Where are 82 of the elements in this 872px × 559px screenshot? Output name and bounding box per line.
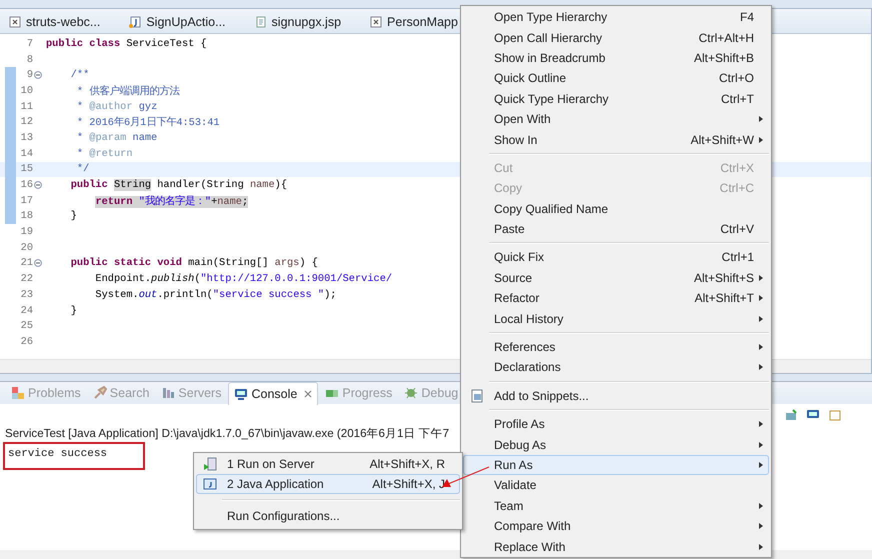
- menu-item[interactable]: Validate: [463, 475, 769, 496]
- menu-item[interactable]: Refactor Alt+Shift+T: [463, 288, 769, 308]
- code-line: }: [70, 210, 77, 222]
- line-number: 17: [20, 194, 33, 207]
- line-number: 11: [20, 100, 33, 113]
- editor-tab[interactable]: signupgx.jsp: [246, 11, 362, 33]
- menu-item[interactable]: Run As: [463, 454, 769, 476]
- menu-item[interactable]: Open With: [463, 108, 769, 130]
- menu-item[interactable]: Team: [463, 496, 769, 516]
- console-output: service success: [8, 448, 108, 460]
- menu-item[interactable]: Copy Qualified Name: [463, 198, 769, 219]
- server-run-icon: [203, 457, 217, 471]
- menu-item[interactable]: Quick Fix Ctrl+1: [463, 247, 769, 268]
- menu-item[interactable]: Quick Type Hierarchy Ctrl+T: [463, 88, 769, 109]
- code-line: Endpoint.publish("http://127.0.0.1:9001/Service/: [94, 273, 392, 286]
- line-number: 12: [20, 116, 33, 128]
- menu-item[interactable]: Replace With: [463, 536, 769, 557]
- bug-icon: [404, 386, 418, 400]
- problems-icon: [11, 386, 25, 400]
- line-number: 7: [26, 38, 33, 50]
- menu-item[interactable]: Compare With: [463, 516, 769, 536]
- servers-icon: [161, 386, 176, 400]
- menu-item[interactable]: 1 Run on Server Alt+Shift+X, R: [196, 454, 460, 474]
- line-number: 14: [20, 148, 33, 160]
- code-line: }: [70, 304, 77, 317]
- menu-item[interactable]: Profile As: [463, 414, 769, 434]
- code-line: return "我的名字是："+name;: [94, 194, 248, 208]
- editor-tab[interactable]: SignUpActio...: [120, 11, 246, 33]
- code-line: * @param name: [76, 132, 158, 144]
- java-file-icon: [129, 16, 142, 28]
- menu-item[interactable]: Quick Outline Ctrl+O: [463, 68, 769, 89]
- line-number: 26: [20, 336, 33, 348]
- console-header: ServiceTest [Java Application] D:\java\jdk1.7.0_67\bin\javaw.exe (2016年6月1日 下午7: [5, 426, 450, 442]
- line-number: 10: [20, 84, 33, 97]
- line-number: 25: [20, 320, 33, 332]
- menu-item[interactable]: Paste Ctrl+V: [463, 218, 769, 240]
- xml-file-icon: [370, 16, 382, 28]
- line-number: 16: [20, 179, 33, 192]
- collapse-icon[interactable]: [34, 71, 42, 80]
- line-number: 18: [20, 210, 33, 222]
- line-number: 8: [26, 54, 33, 66]
- code-line: * 2016年6月1日下午4:53:41: [76, 116, 220, 130]
- view-tab[interactable]: Console: [228, 382, 318, 404]
- menu-item[interactable]: References: [463, 336, 769, 358]
- line-number: 20: [20, 242, 33, 254]
- document-icon: [254, 16, 267, 28]
- xml-file-icon: [9, 16, 21, 28]
- editor-tab[interactable]: struts-webc...: [0, 11, 120, 33]
- menu-item[interactable]: Show in Breadcrumb Alt+Shift+B: [463, 48, 769, 68]
- new-window-icon[interactable]: [828, 408, 842, 422]
- menu-item[interactable]: Debug As: [463, 434, 769, 455]
- code-line: * 供客户端调用的方法: [76, 84, 180, 98]
- pointer-arrow: [440, 466, 490, 490]
- collapse-icon[interactable]: [34, 181, 42, 190]
- pin-icon[interactable]: [784, 408, 798, 422]
- line-number: 9: [26, 69, 33, 82]
- close-icon[interactable]: [304, 390, 312, 398]
- code-line: public static void main(String[] args) {: [70, 257, 318, 270]
- line-number: 15: [20, 163, 33, 176]
- menu-item[interactable]: Source Alt+Shift+S: [463, 268, 769, 288]
- menu-item[interactable]: Show In Alt+Shift+W: [463, 129, 769, 150]
- code-line: */: [76, 163, 90, 176]
- code-line: System.out.println("service success ");: [94, 288, 336, 301]
- line-number: 23: [20, 288, 33, 301]
- code-line: * @author gyz: [76, 100, 158, 113]
- code-line: public String handler(String name){: [70, 179, 288, 192]
- line-number: 24: [20, 304, 33, 317]
- flashlight-icon: [92, 386, 107, 400]
- code-line: /**: [70, 69, 90, 82]
- line-number: 19: [20, 226, 33, 238]
- java-app-icon: [203, 477, 217, 491]
- collapse-icon[interactable]: [34, 259, 42, 268]
- code-line: * @return: [76, 148, 133, 160]
- menu-item[interactable]: Local History: [463, 308, 769, 329]
- line-number: 13: [20, 132, 33, 144]
- line-number: 21: [20, 257, 33, 270]
- line-number: 22: [20, 273, 33, 286]
- menu-item[interactable]: Declarations: [463, 357, 769, 378]
- code-line: public class ServiceTest {: [46, 38, 207, 50]
- monitor-icon: [234, 386, 248, 400]
- menu-item[interactable]: Add to Snippets...: [463, 386, 769, 406]
- menu-item[interactable]: Run Configurations...: [196, 506, 460, 526]
